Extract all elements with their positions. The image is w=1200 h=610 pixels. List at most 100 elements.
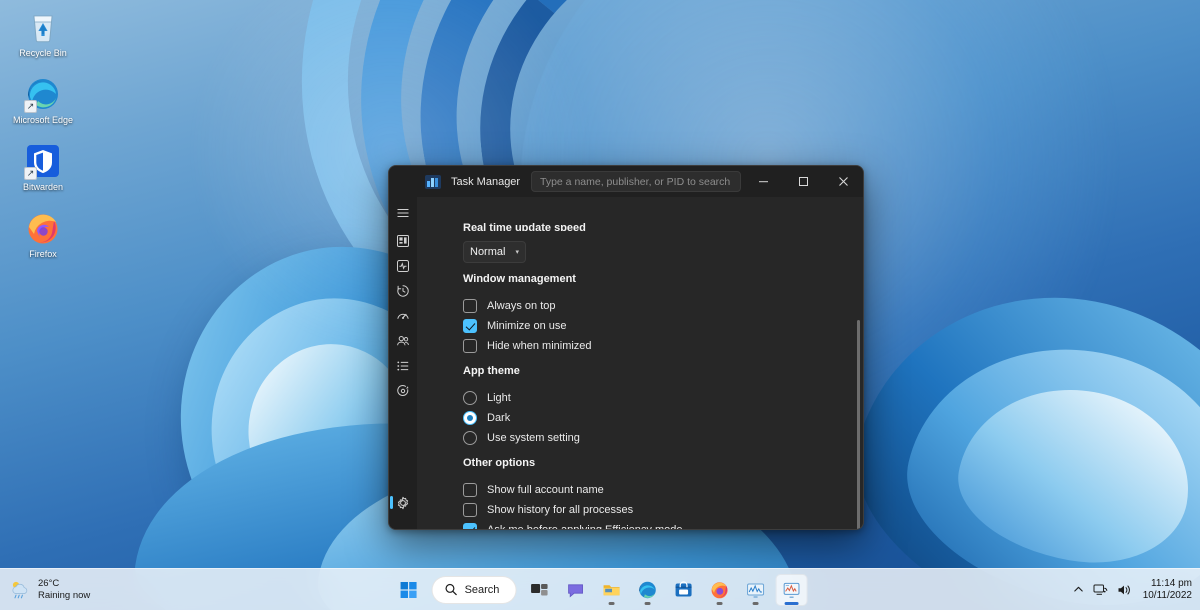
- weather-widget[interactable]: 26°C Raining now: [8, 578, 90, 602]
- recycle-bin-icon: [24, 8, 62, 46]
- search-icon: [445, 583, 457, 596]
- option-label: Hide when minimized: [487, 340, 592, 352]
- running-indicator: [752, 602, 759, 605]
- option-always-on-top[interactable]: Always on top: [463, 296, 592, 316]
- firefox-icon: [711, 581, 728, 598]
- checkbox[interactable]: [463, 503, 477, 517]
- option-show-full-account-name[interactable]: Show full account name: [463, 480, 682, 500]
- weather-condition: Raining now: [38, 589, 91, 601]
- option-hide-when-minimized[interactable]: Hide when minimized: [463, 336, 592, 356]
- option-label: Ask me before applying Efficiency mode: [487, 523, 682, 529]
- realtime-update-speed-dropdown[interactable]: Normal ▾: [463, 241, 526, 263]
- maximize-button[interactable]: [783, 166, 823, 197]
- section-other-options: Other options Show full account name Sho…: [463, 457, 682, 529]
- running-indicator: [644, 602, 651, 605]
- desktop-icon-firefox[interactable]: Firefox: [0, 205, 86, 262]
- search-box[interactable]: [531, 171, 741, 192]
- desktop-icon-recycle-bin[interactable]: Recycle Bin: [0, 4, 86, 61]
- task-manager-icon: [425, 174, 441, 189]
- taskbar-app-chat[interactable]: [559, 574, 591, 606]
- vertical-scrollbar[interactable]: [857, 320, 860, 529]
- sidebar-item-performance[interactable]: [389, 253, 417, 278]
- radio-button[interactable]: [463, 391, 477, 405]
- sidebar-item-details[interactable]: [389, 353, 417, 378]
- weather-temperature: 26°C: [38, 578, 60, 589]
- option-theme-dark[interactable]: Dark: [463, 408, 580, 428]
- shortcut-arrow-icon: ↗: [24, 100, 37, 113]
- option-minimize-on-use[interactable]: Minimize on use: [463, 316, 592, 336]
- taskbar-app-firefox[interactable]: [703, 574, 735, 606]
- checkbox[interactable]: [463, 319, 477, 333]
- dropdown-value: Normal: [470, 246, 506, 258]
- chevron-up-icon[interactable]: [1073, 584, 1084, 595]
- clock-time: 11:14 pm: [1151, 577, 1192, 589]
- section-app-theme: App theme Light Dark Use system setting: [463, 365, 580, 448]
- sidebar-item-services[interactable]: [389, 378, 417, 403]
- bitwarden-icon: ↗: [24, 142, 62, 180]
- taskbar-app-task-manager[interactable]: [775, 573, 808, 606]
- taskbar-center-group: Search: [393, 573, 808, 606]
- settings-panel: Real time update speed Normal ▾ Window m…: [417, 197, 863, 529]
- taskbar-app-file-explorer[interactable]: [595, 574, 627, 606]
- windows-start-icon: [400, 581, 417, 598]
- window-body: Real time update speed Normal ▾ Window m…: [389, 197, 863, 529]
- minimize-button[interactable]: [743, 166, 783, 197]
- window-title: Task Manager: [451, 175, 521, 188]
- section-title: App theme: [463, 365, 520, 377]
- option-label: Show history for all processes: [487, 504, 634, 516]
- sidebar-item-users[interactable]: [389, 328, 417, 353]
- section-window-management: Window management Always on top Minimize…: [463, 273, 592, 356]
- checkbox[interactable]: [463, 523, 477, 529]
- sidebar-item-processes[interactable]: [389, 228, 417, 253]
- checkbox[interactable]: [463, 483, 477, 497]
- running-indicator: [608, 602, 615, 605]
- rain-cloud-icon: [8, 578, 32, 602]
- task-manager-window: Task Manager Type a name, publisher, or …: [388, 165, 864, 530]
- taskbar-app-microsoft-store[interactable]: [667, 574, 699, 606]
- taskbar-app-task-view[interactable]: [523, 574, 555, 606]
- edge-icon: [639, 581, 656, 598]
- system-tray: 11:14 pm 10/11/2022: [1073, 578, 1192, 602]
- section-title: Window management: [463, 273, 576, 285]
- window-titlebar[interactable]: Task Manager: [389, 166, 863, 197]
- sidebar-item-startup-apps[interactable]: [389, 303, 417, 328]
- running-indicator: [716, 602, 723, 605]
- sidebar-item-app-history[interactable]: [389, 278, 417, 303]
- desktop-icon-microsoft-edge[interactable]: ↗ Microsoft Edge: [0, 71, 86, 128]
- desktop-icon-label: Microsoft Edge: [12, 115, 74, 125]
- performance-monitor-icon: [746, 583, 764, 598]
- taskbar-search-label: Search: [464, 583, 500, 596]
- file-explorer-icon: [603, 584, 620, 595]
- network-icon[interactable]: [1093, 583, 1108, 597]
- section-title: Other options: [463, 457, 536, 469]
- checkbox[interactable]: [463, 299, 477, 313]
- option-show-history-all-processes[interactable]: Show history for all processes: [463, 500, 682, 520]
- search-input[interactable]: [531, 171, 741, 192]
- option-label: Minimize on use: [487, 320, 567, 332]
- desktop-icon-label: Firefox: [29, 249, 57, 259]
- desktop-icon-bitwarden[interactable]: ↗ Bitwarden: [0, 138, 86, 195]
- sidebar-item-settings[interactable]: [389, 490, 417, 515]
- start-button[interactable]: [393, 574, 425, 606]
- option-ask-before-efficiency-mode[interactable]: Ask me before applying Efficiency mode: [463, 520, 682, 529]
- option-theme-light[interactable]: Light: [463, 388, 580, 408]
- clock[interactable]: 11:14 pm 10/11/2022: [1143, 578, 1192, 602]
- option-label: Always on top: [487, 300, 556, 312]
- close-button[interactable]: [823, 166, 863, 197]
- task-manager-icon: [783, 582, 800, 598]
- option-theme-system[interactable]: Use system setting: [463, 428, 580, 448]
- radio-button[interactable]: [463, 411, 477, 425]
- sidebar-nav: [389, 197, 417, 529]
- checkbox[interactable]: [463, 339, 477, 353]
- radio-button[interactable]: [463, 431, 477, 445]
- taskbar-search-button[interactable]: Search: [431, 575, 517, 604]
- desktop-icon-label: Bitwarden: [22, 182, 64, 192]
- option-label: Show full account name: [487, 484, 604, 496]
- volume-icon[interactable]: [1117, 583, 1132, 597]
- option-label: Use system setting: [487, 432, 580, 444]
- microsoft-store-icon: [675, 580, 692, 596]
- taskbar-app-performance-monitor[interactable]: [739, 574, 771, 606]
- taskbar-app-microsoft-edge[interactable]: [631, 574, 663, 606]
- realtime-update-speed-label: Real time update speed: [463, 222, 586, 231]
- sidebar-item-hamburger-menu[interactable]: [389, 197, 417, 228]
